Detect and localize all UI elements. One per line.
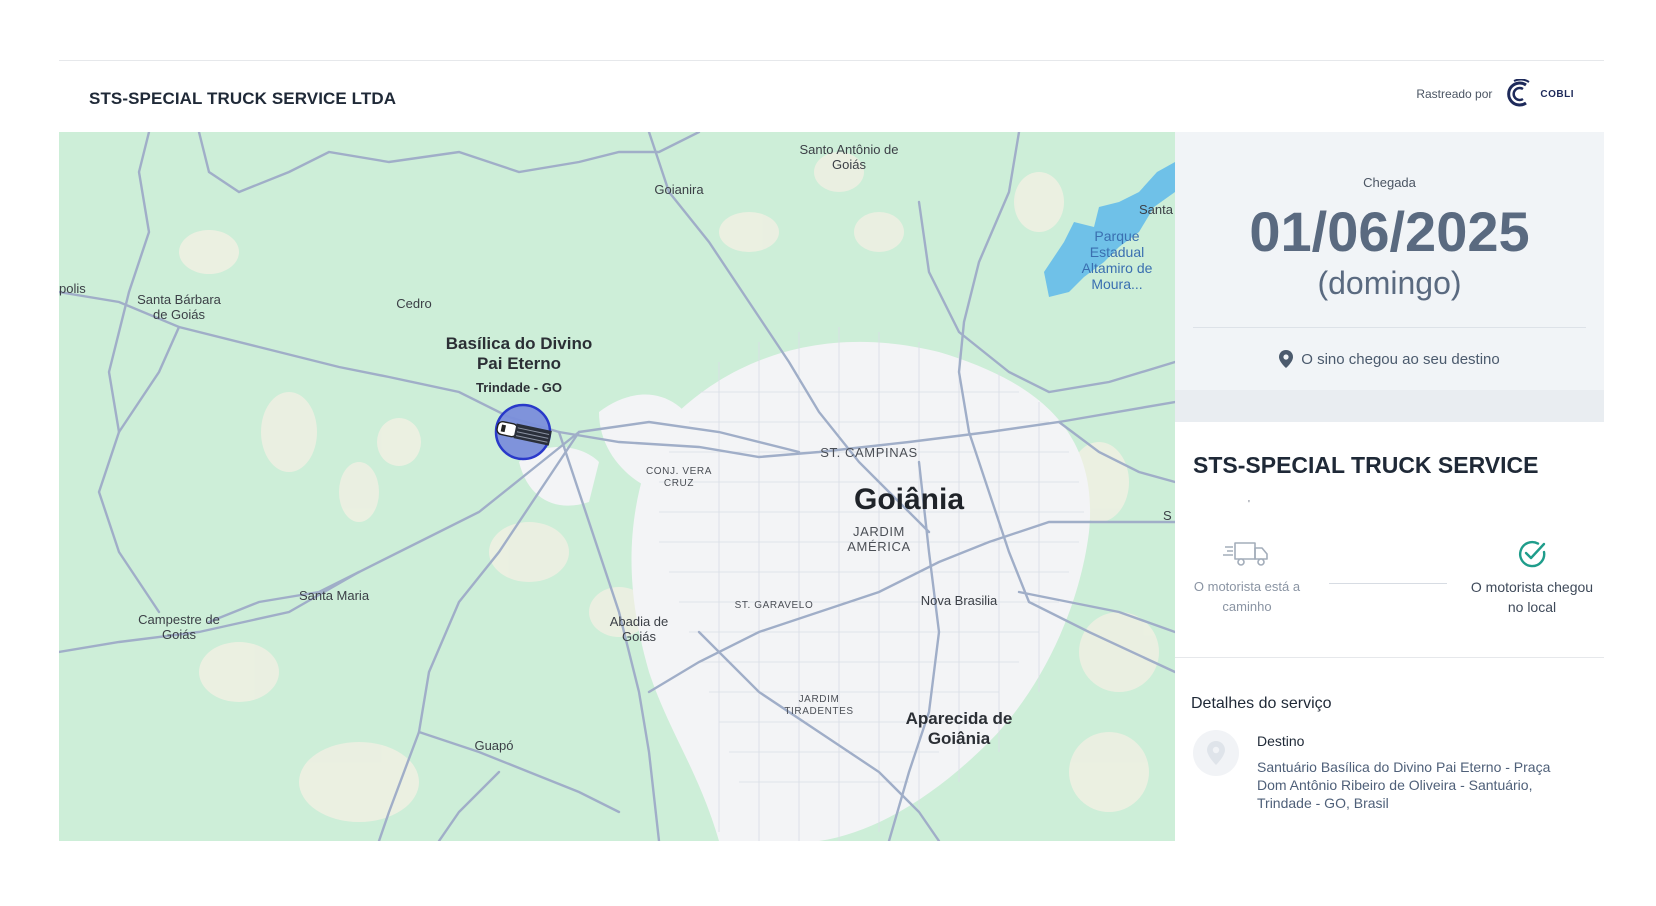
map-label-goianira: Goianira (654, 182, 704, 197)
check-circle-icon (1518, 540, 1546, 568)
map-label-aparecida: Aparecida de Goiânia (905, 709, 1013, 748)
tracked-by: Rastreado por COBLI (1416, 79, 1574, 109)
map-pin-icon (1207, 741, 1225, 765)
arrival-card: Chegada 01/06/2025 (domingo) O sino cheg… (1175, 132, 1604, 390)
arrival-status: O sino chegou ao seu destino (1175, 350, 1604, 368)
vehicle-marker[interactable] (494, 403, 552, 461)
progress-steps: O motorista está a caminho O motorista c… (1175, 537, 1604, 647)
divider (1175, 657, 1604, 658)
arrival-date: 01/06/2025 (1249, 200, 1530, 263)
cobli-brand-text: COBLI (1540, 88, 1574, 100)
map-label-santa: Santa (1139, 202, 1173, 217)
cobli-logo[interactable]: COBLI (1504, 79, 1574, 109)
map-view[interactable]: Santo Antônio de Goiás Goianira Santa Pa… (59, 132, 1175, 841)
map-label-santo-antonio: Santo Antônio de Goiás (799, 142, 899, 172)
step-arrived-label: O motorista chegou no local (1470, 579, 1594, 615)
details-title: Detalhes do serviço (1191, 695, 1332, 712)
destination-label: Destino (1257, 733, 1305, 749)
tracked-by-label: Rastreado por (1416, 87, 1493, 101)
tracking-page: STS-SPECIAL TRUCK SERVICE LTDA Rastreado… (59, 60, 1604, 841)
step-arrived: O motorista chegou no local (1467, 537, 1597, 617)
map-label-campestre: Campestre de Goiás (138, 612, 220, 642)
map-label-jardim-tiradentes: JARDIM TIRADENTES (784, 694, 854, 717)
step-connector (1329, 583, 1447, 584)
map-label-polis: polis (59, 281, 86, 296)
arrival-weekday: (domingo) (1317, 265, 1462, 301)
service-subtitle: ' (1248, 499, 1250, 510)
divider (1193, 327, 1586, 328)
truck-icon (1223, 542, 1268, 566)
step-on-the-way: O motorista está a caminho (1182, 537, 1312, 617)
map-label-conj-vera-cruz: CONJ. VERA CRUZ (645, 466, 712, 489)
map-label-basilica: Basílica do Divino Pai Eterno (445, 334, 593, 373)
map-label-trindade: Trindade - GO (476, 380, 562, 395)
map-label-st-garavelo: ST. GARAVELO (734, 600, 814, 611)
header-bar: STS-SPECIAL TRUCK SERVICE LTDA Rastreado… (59, 61, 1604, 132)
arrival-card-footer (1175, 390, 1604, 422)
side-panel: Chegada 01/06/2025 (domingo) O sino cheg… (1175, 132, 1604, 841)
arrival-label: Chegada (1363, 175, 1416, 190)
map-label-cedro: Cedro (396, 296, 432, 311)
map-label-goiania: Goiânia (853, 483, 965, 516)
service-title: STS-SPECIAL TRUCK SERVICE (1193, 452, 1539, 478)
map-pin-icon (1279, 350, 1294, 368)
cobli-logo-icon (1507, 79, 1530, 107)
company-name: STS-SPECIAL TRUCK SERVICE LTDA (89, 89, 397, 108)
arrival-status-text: O sino chegou ao seu destino (1301, 350, 1500, 368)
destination-icon-wrapper (1193, 730, 1239, 776)
map-label-santa-maria: Santa Maria (298, 588, 370, 603)
map-label-parque: Parque Estadual Altamiro de Moura... (1081, 228, 1153, 292)
step-on-the-way-label: O motorista está a caminho (1193, 579, 1301, 614)
map-label-st-campinas: ST. CAMPINAS (820, 445, 918, 460)
map-label-nova-brasilia: Nova Brasilia (920, 593, 998, 608)
map-label-jardim-america: JARDIM AMÉRICA (847, 524, 911, 554)
map-label-guapo: Guapó (474, 738, 514, 753)
destination-address: Santuário Basílica do Divino Pai Eterno … (1257, 759, 1551, 811)
map-label-santa-barbara: Santa Bárbara de Goiás (137, 292, 221, 322)
map-label-s-edge: S (1163, 508, 1172, 523)
map-label-abadia: Abadia de Goiás (609, 614, 669, 644)
